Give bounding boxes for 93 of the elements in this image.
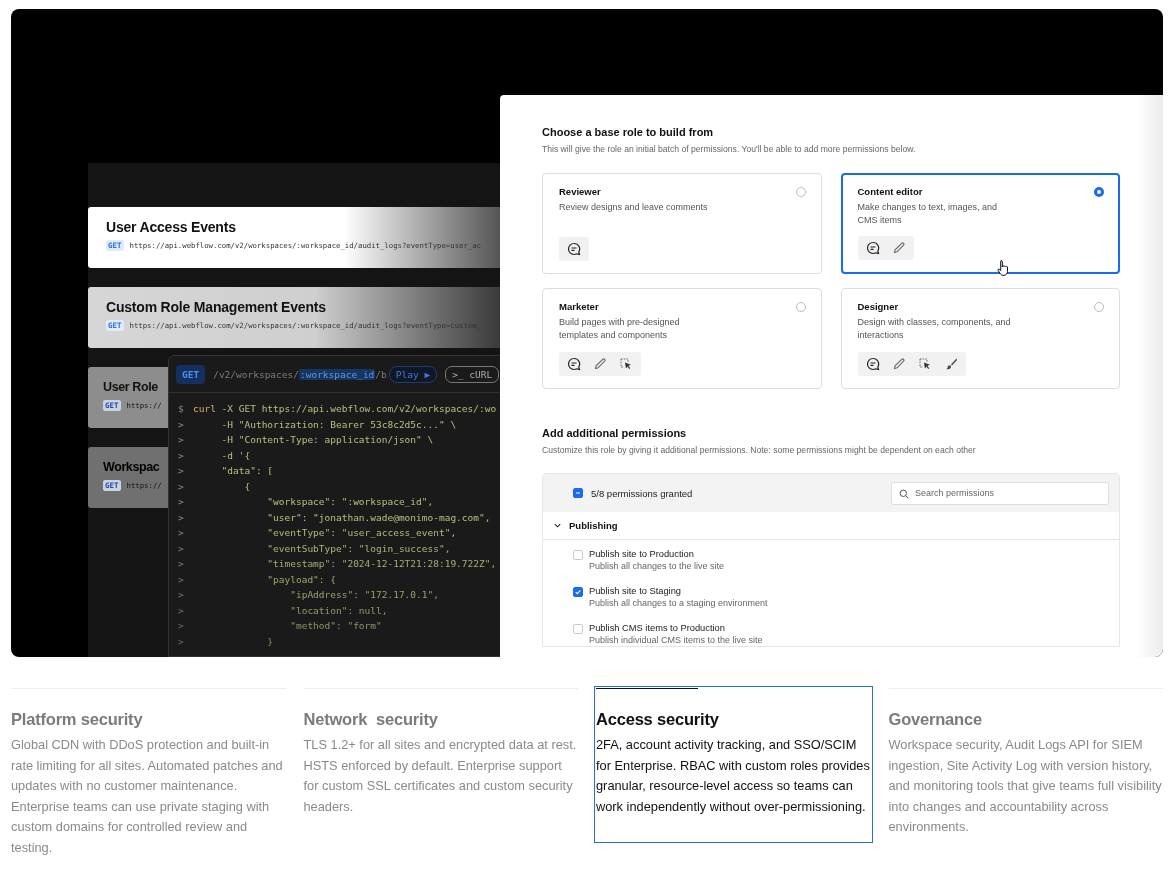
- prompt-symbol: >: [178, 433, 184, 447]
- code-line: "user": "jonathan.wade@monimo-mag.com",: [266, 510, 491, 525]
- section-title: Add additional permissions: [542, 426, 688, 440]
- role-card[interactable]: Content editor Make changes to text, images, and CMS items: [840, 173, 1120, 274]
- endpoint-title: User Access Events: [106, 219, 236, 236]
- cursor-select-icon: [619, 357, 633, 371]
- code-line: -d '{: [220, 448, 251, 463]
- radio-button[interactable]: [795, 186, 806, 197]
- method-tag: GET: [176, 364, 206, 384]
- permission-title: Publish CMS items to Production: [589, 622, 725, 634]
- endpoint-title: Workspac: [103, 459, 160, 476]
- feature-description: TLS 1.2+ for all sites and encrypted data at rest. HSTS enforced by default. Enterprise support for custom SSL certificates and custom security headers.: [303, 736, 578, 816]
- radio-button[interactable]: [795, 301, 806, 312]
- prompt-symbol: >: [178, 479, 184, 494]
- section-subtitle: Customize this role by giving it additional permissions. Note: some permissions might be dependent on each other: [542, 444, 977, 456]
- code-line: "eventSubType": "login_success",: [266, 541, 451, 556]
- code-line: "ipAddress": "172.17.0.1",: [289, 588, 439, 602]
- prompt-symbol: >: [178, 510, 184, 525]
- prompt-symbol: >: [178, 495, 184, 509]
- role-description: Design with classes, components, and interactions: [857, 316, 1012, 342]
- code-line: -H "Authorization: Bearer 53c8c2d5c..." \: [220, 417, 457, 432]
- chat-bubble-icon: [567, 357, 581, 371]
- feature-title: Governance: [888, 709, 982, 730]
- code-line: curl -X GET https://api.webflow.com/v2/workspaces/:wo: [193, 402, 497, 416]
- code-line: "timestamp": "2024-12-12T21:28:19.722Z",: [266, 557, 497, 571]
- permissions-count: 5/8 permissions granted: [591, 487, 693, 499]
- feature-description: Global CDN with DDoS protection and built-in rate limiting for all sites. Automated patches and updates with no customer maintenance. Enterprise teams can use private staging with custom domains for controlled review and testing.: [11, 736, 284, 857]
- role-name: Content editor: [857, 186, 923, 197]
- chat-bubble-icon: [865, 241, 880, 255]
- permission-title: Publish site to Production: [589, 548, 694, 560]
- feature-title: Access security: [596, 709, 719, 730]
- prompt-symbol: >: [178, 526, 184, 540]
- chevron-icon[interactable]: [553, 521, 562, 530]
- feature-description: 2FA, account activity tracking, and SSO/SCIM for Enterprise. RBAC with custom roles provides granular, resource-level access so teams can work independently without over-permissioning.: [596, 736, 871, 816]
- code-line: "location": null,: [289, 603, 388, 618]
- feature-title: Network security: [303, 709, 438, 730]
- prompt-symbol: >: [178, 603, 184, 618]
- role-card[interactable]: Designer Design with classes, components, and interactions: [840, 288, 1120, 389]
- code-line: "workspace": ":workspace_id",: [266, 495, 434, 509]
- role-description: Build pages with pre-designed templates and components: [559, 316, 681, 342]
- section-title: Choose a base role to build from: [542, 125, 715, 139]
- feature-description: Workspace security, Audit Logs API for SIEM ingestion, Site Activity Log with version history, and monitoring tools that give teams full visibility into changes and accountability across environments.: [888, 736, 1163, 837]
- cursor-select-icon: [917, 357, 932, 371]
- endpoint-title: Custom Role Management Events: [106, 299, 326, 316]
- group-title: Publishing: [569, 520, 618, 531]
- code-line: "payload": {: [266, 572, 336, 587]
- feature-card[interactable]: Access security 2FA, account activity tracking, and SSO/SCIM for Enterprise. RBAC with custom roles provides granular, resource-level access so teams can work independently without over-permissioning.: [596, 688, 871, 841]
- code-line: }: [266, 634, 274, 649]
- pencil-icon: [593, 357, 607, 371]
- format-selector[interactable]: >_ cURL: [445, 365, 500, 383]
- permission-title: Publish site to Staging: [589, 585, 681, 597]
- prompt-symbol: >: [178, 464, 184, 478]
- prompt-symbol: >: [178, 588, 184, 602]
- endpoint-title: User Role: [103, 379, 158, 396]
- radio-button[interactable]: [1094, 186, 1104, 197]
- prompt-symbol: >: [178, 448, 184, 463]
- prompt-symbol: >: [178, 417, 184, 432]
- prompt-symbol: >: [178, 619, 184, 633]
- prompt-symbol: $: [178, 402, 184, 416]
- code-line: -H "Content-Type: application/json" \: [220, 433, 434, 447]
- prompt-symbol: >: [178, 541, 184, 556]
- code-line: {: [243, 479, 251, 494]
- feature-card[interactable]: Network security TLS 1.2+ for all sites and encrypted data at rest. HSTS enforced by default. Enterprise support for custom SSL certificates and custom security headers.: [303, 688, 578, 859]
- request-path: /v2/workspaces/:workspace_id/b: [213, 368, 387, 380]
- checkbox[interactable]: [573, 488, 583, 498]
- pencil-icon: [891, 357, 906, 371]
- role-description: Review designs and leave comments: [559, 201, 709, 214]
- role-name: Marketer: [559, 301, 599, 312]
- role-description: Make changes to text, images, and CMS items: [857, 201, 999, 227]
- permission-description: Publish all changes to the live site: [589, 560, 725, 572]
- prompt-symbol: >: [178, 634, 184, 649]
- checkbox[interactable]: [573, 587, 583, 597]
- prompt-symbol: >: [178, 572, 184, 587]
- chat-bubble-icon: [865, 357, 880, 371]
- code-line: "data": [: [220, 464, 274, 478]
- play-button[interactable]: Play ▶: [388, 365, 438, 383]
- permission-description: Publish all changes to a staging environment: [589, 597, 768, 609]
- role-name: Reviewer: [559, 186, 601, 197]
- feature-title: Platform security: [11, 709, 143, 730]
- prompt-symbol: >: [178, 557, 184, 571]
- search-field[interactable]: Search permissions: [891, 481, 1109, 505]
- radio-button[interactable]: [1094, 301, 1104, 312]
- pencil-icon: [891, 241, 906, 255]
- role-card[interactable]: Marketer Build pages with pre-designed templates and components: [542, 288, 822, 389]
- role-name: Designer: [857, 301, 899, 312]
- section-subtitle: This will give the role an initial batch of permissions. You'll be able to add more permissions below.: [542, 143, 917, 155]
- search-icon: [899, 488, 909, 499]
- hand-cursor-icon: [997, 259, 1011, 277]
- code-line: "method": "form": [289, 619, 382, 633]
- code-line: "eventType": "user_access_event",: [266, 526, 457, 540]
- role-card[interactable]: Reviewer Review designs and leave comments: [542, 173, 822, 274]
- chat-bubble-icon: [567, 242, 581, 256]
- permission-description: Publish individual CMS items to the live site: [589, 634, 763, 646]
